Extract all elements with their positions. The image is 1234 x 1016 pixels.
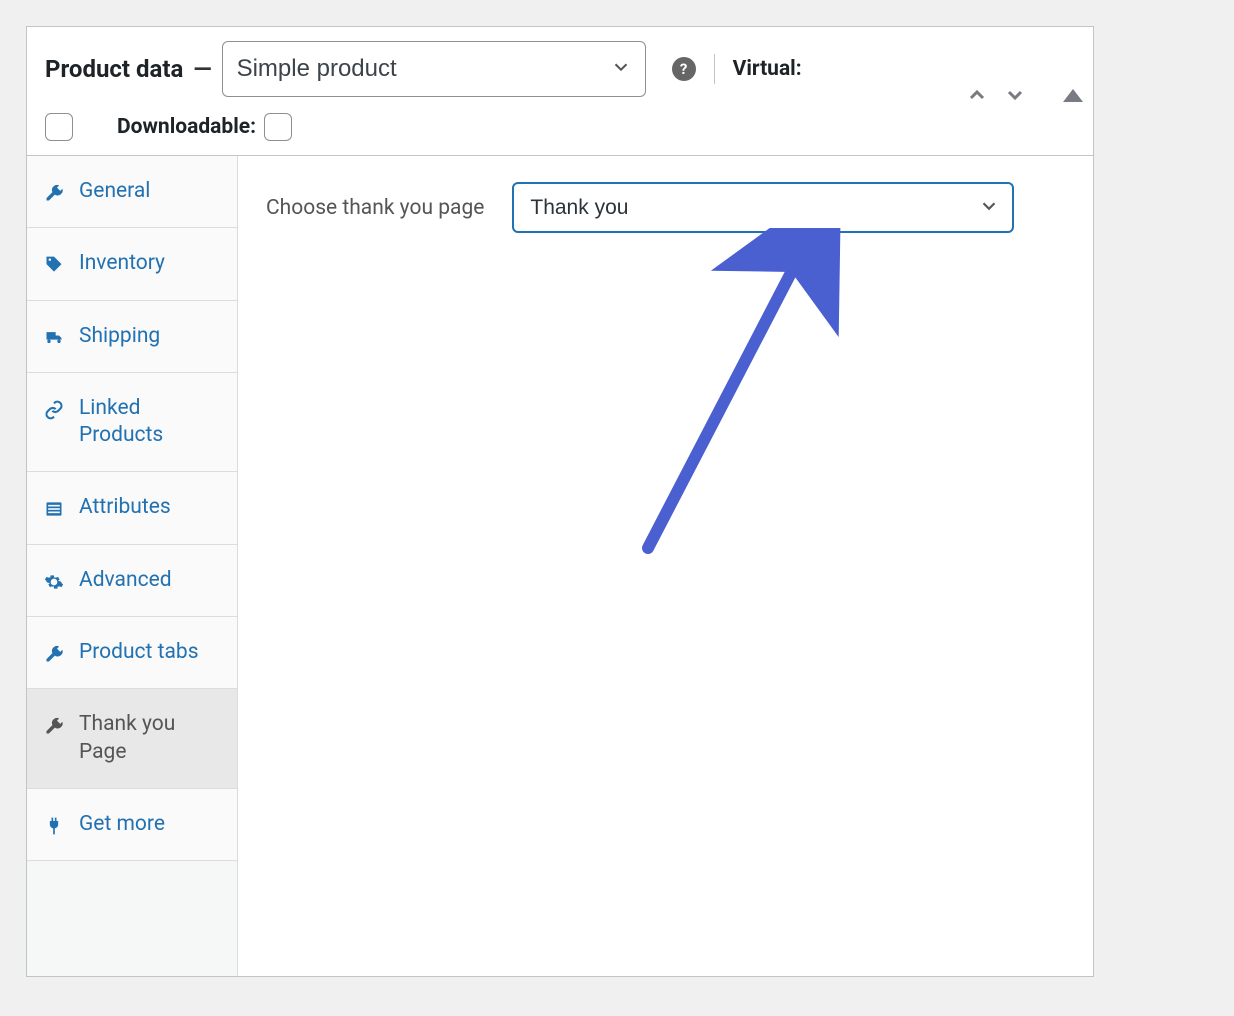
product-data-panel: Product data — Simple product ? Virtual:…	[26, 26, 1094, 977]
title-dash: —	[193, 55, 211, 83]
downloadable-checkbox[interactable]	[264, 113, 292, 141]
tab-content: Choose thank you page Thank you	[238, 156, 1093, 976]
tab-label: Get more	[79, 811, 165, 838]
tab-label: General	[79, 178, 150, 205]
tab-shipping[interactable]: Shipping	[27, 301, 237, 373]
link-icon	[43, 399, 65, 421]
list-icon	[43, 498, 65, 520]
product-data-tabs: General Inventory Shipping Linked Produc…	[27, 156, 238, 976]
tab-label: Thank you Page	[79, 711, 221, 766]
tab-thank-you-page[interactable]: Thank you Page	[27, 689, 237, 789]
panel-header: Product data — Simple product ? Virtual:…	[27, 27, 1093, 156]
tab-get-more[interactable]: Get more	[27, 789, 237, 861]
tag-icon	[43, 254, 65, 276]
field-label: Choose thank you page	[266, 196, 484, 220]
tab-inventory[interactable]: Inventory	[27, 228, 237, 300]
tab-advanced[interactable]: Advanced	[27, 545, 237, 617]
product-type-select-wrap: Simple product	[222, 41, 646, 97]
tab-label: Inventory	[79, 250, 165, 277]
wrench-icon	[43, 643, 65, 665]
downloadable-label[interactable]: Downloadable:	[117, 113, 292, 141]
gear-icon	[43, 571, 65, 593]
thank-you-select-wrap: Thank you	[512, 182, 1014, 233]
virtual-label[interactable]: Virtual:	[733, 57, 802, 81]
annotation-arrow	[618, 228, 858, 568]
plug-icon	[43, 815, 65, 837]
tab-label: Linked Products	[79, 395, 221, 450]
tab-label: Advanced	[79, 567, 172, 594]
panel-title: Product data	[45, 55, 183, 83]
tab-general[interactable]: General	[27, 156, 237, 228]
header-row-2: Downloadable:	[45, 113, 1075, 141]
wrench-icon	[43, 715, 65, 737]
collapse-triangle-icon[interactable]	[1063, 89, 1083, 102]
thank-you-page-select[interactable]: Thank you	[512, 182, 1014, 233]
truck-icon	[43, 327, 65, 349]
tab-linked-products[interactable]: Linked Products	[27, 373, 237, 473]
wrench-icon	[43, 182, 65, 204]
virtual-checkbox[interactable]	[45, 113, 73, 141]
thank-you-page-field: Choose thank you page Thank you	[266, 182, 1065, 233]
tab-product-tabs[interactable]: Product tabs	[27, 617, 237, 689]
panel-controls	[965, 83, 1083, 107]
tab-label: Shipping	[79, 323, 160, 350]
help-icon[interactable]: ?	[672, 57, 696, 81]
product-type-select[interactable]: Simple product	[222, 41, 646, 97]
divider	[714, 54, 715, 84]
tab-label: Attributes	[79, 494, 171, 521]
tab-attributes[interactable]: Attributes	[27, 472, 237, 544]
chevron-down-icon[interactable]	[1003, 83, 1027, 107]
panel-body: General Inventory Shipping Linked Produc…	[27, 156, 1093, 976]
chevron-up-icon[interactable]	[965, 83, 989, 107]
tab-label: Product tabs	[79, 639, 199, 666]
